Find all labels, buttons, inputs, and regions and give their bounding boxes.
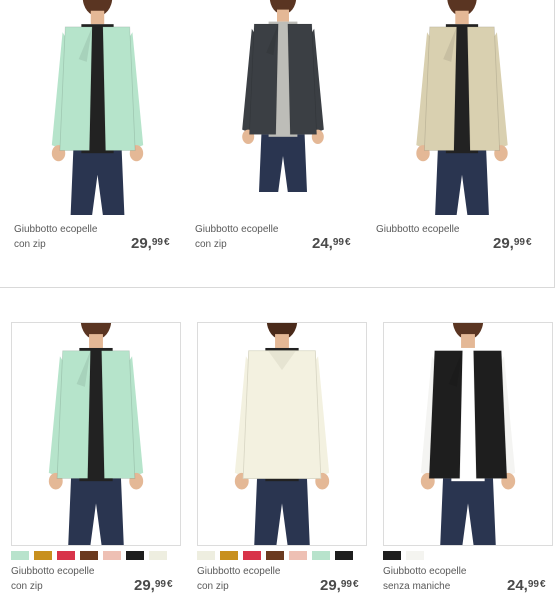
color-swatch[interactable]	[243, 551, 261, 560]
price-integer: 24,	[312, 235, 333, 252]
product-card[interactable]: Giubbotto ecopelle 29,99€	[370, 0, 555, 260]
product-name[interactable]: Giubbotto ecopelle	[376, 222, 486, 237]
product-price: 29,99€	[131, 236, 170, 252]
color-swatch[interactable]	[383, 551, 401, 560]
product-image[interactable]	[223, 0, 343, 215]
product-image[interactable]	[30, 0, 165, 215]
price-cents: 99	[151, 237, 163, 248]
color-swatches	[11, 551, 167, 560]
price-currency: €	[525, 237, 532, 248]
product-price: 29,99€	[320, 578, 359, 594]
product-image[interactable]	[11, 322, 181, 546]
price-integer: 29,	[134, 577, 155, 594]
color-swatch[interactable]	[220, 551, 238, 560]
price-integer: 29,	[320, 577, 341, 594]
product-subtitle[interactable]: con zip	[195, 237, 305, 252]
product-subtitle[interactable]: senza maniche	[383, 579, 493, 594]
product-price: 29,99€	[134, 578, 173, 594]
price-cents: 99	[154, 579, 166, 590]
price-integer: 29,	[493, 235, 514, 252]
product-image[interactable]	[197, 322, 367, 546]
color-swatch[interactable]	[103, 551, 121, 560]
price-currency: €	[163, 237, 170, 248]
price-currency: €	[166, 579, 173, 590]
price-cents: 99	[527, 579, 539, 590]
price-cents: 99	[340, 579, 352, 590]
product-price: 29,99€	[493, 236, 532, 252]
product-subtitle[interactable]: con zip	[14, 237, 124, 252]
product-card[interactable]: Giubbotto ecopelle con zip 24,99€	[185, 0, 370, 260]
price-currency: €	[352, 579, 359, 590]
color-swatches	[383, 551, 424, 560]
product-card[interactable]: Giubbotto ecopelle con zip 29,99€	[0, 322, 190, 595]
price-currency: €	[539, 579, 546, 590]
product-subtitle[interactable]: con zip	[11, 579, 121, 594]
product-price: 24,99€	[507, 578, 546, 594]
color-swatch[interactable]	[312, 551, 330, 560]
product-card[interactable]: Giubbotto ecopelle con zip 29,99€	[190, 322, 370, 595]
color-swatch[interactable]	[289, 551, 307, 560]
price-integer: 29,	[131, 235, 152, 252]
price-cents: 99	[332, 237, 344, 248]
color-swatch[interactable]	[406, 551, 424, 560]
color-swatch[interactable]	[34, 551, 52, 560]
product-image[interactable]	[382, 0, 542, 215]
color-swatch[interactable]	[149, 551, 167, 560]
color-swatch[interactable]	[126, 551, 144, 560]
product-image[interactable]	[383, 322, 553, 546]
price-cents: 99	[513, 237, 525, 248]
color-swatch[interactable]	[80, 551, 98, 560]
price-currency: €	[344, 237, 351, 248]
product-name[interactable]: Giubbotto ecopelle	[197, 564, 307, 579]
color-swatch[interactable]	[197, 551, 215, 560]
price-integer: 24,	[507, 577, 528, 594]
product-card[interactable]: Giubbotto ecopelle con zip 29,99€	[0, 0, 185, 260]
color-swatch[interactable]	[57, 551, 75, 560]
product-name[interactable]: Giubbotto ecopelle	[14, 222, 124, 237]
product-name[interactable]: Giubbotto ecopelle	[383, 564, 493, 579]
product-name[interactable]: Giubbotto ecopelle	[195, 222, 305, 237]
product-name[interactable]: Giubbotto ecopelle	[11, 564, 121, 579]
product-price: 24,99€	[312, 236, 351, 252]
product-subtitle[interactable]: con zip	[197, 579, 307, 594]
color-swatches	[197, 551, 353, 560]
color-swatch[interactable]	[11, 551, 29, 560]
color-swatch[interactable]	[266, 551, 284, 560]
color-swatch[interactable]	[335, 551, 353, 560]
product-card[interactable]: Giubbotto ecopelle senza maniche 24,99€	[370, 322, 557, 595]
